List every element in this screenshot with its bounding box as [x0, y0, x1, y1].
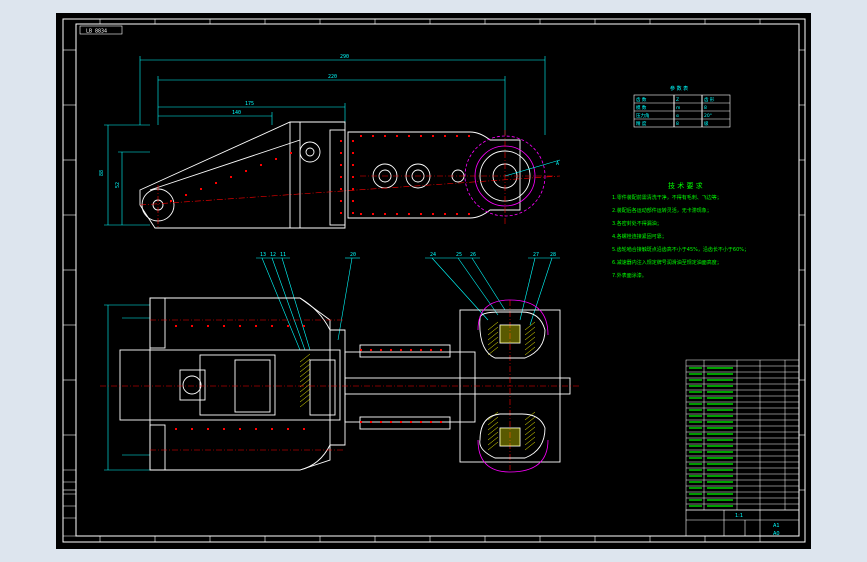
tech-note-line: 5.齿轮啮合接触斑点沿齿高不小于45%，沿齿长不小于60%；: [612, 246, 749, 253]
callout-11: 11: [280, 252, 286, 258]
param-cell: 级: [704, 120, 709, 127]
param-cell: 压力角: [636, 112, 650, 119]
callout-24: 24: [430, 252, 436, 258]
param-cell: 齿 数: [636, 96, 647, 103]
cad-viewport[interactable]: LB 8834 290 220 175 140 88 52 A 13 12 11…: [0, 0, 867, 562]
tech-note-line: 1.零件装配前需清洗干净，不得有毛刺、飞边等；: [612, 194, 722, 201]
callout-25: 25: [456, 252, 462, 258]
tech-notes-title: 技 术 要 求: [668, 181, 703, 190]
dim-0: 290: [340, 54, 349, 60]
param-cell: m: [676, 106, 680, 111]
title-block-drawing-no: A0: [773, 531, 780, 537]
title-tag-text: LB 8834: [86, 29, 107, 35]
drawing-canvas: [56, 13, 811, 549]
dim-2: 175: [245, 101, 254, 107]
title-block-sheet: A1: [773, 523, 780, 529]
dim-4: 88: [99, 170, 105, 176]
param-cell: 8: [704, 105, 707, 111]
callout-20: 20: [350, 252, 356, 258]
param-cell: 20°: [704, 113, 712, 119]
param-cell: α: [676, 114, 679, 119]
param-cell: 8: [676, 121, 679, 127]
dim-5: 52: [115, 182, 121, 188]
tech-note-line: 6.减速器内注入规定牌号润滑油至规定油面高度；: [612, 259, 722, 266]
param-cell: 齿 形: [704, 96, 715, 103]
tech-note-line: 7.外表面涂漆。: [612, 272, 647, 279]
param-cell: 精 度: [636, 120, 647, 127]
param-table-title: 参 数 表: [670, 85, 688, 92]
callout-13: 13: [260, 252, 266, 258]
callout-28: 28: [550, 252, 556, 258]
tech-note-line: 4.各螺栓连接紧固可靠；: [612, 233, 667, 240]
param-cell: 模 数: [636, 104, 647, 111]
dim-3: 140: [232, 110, 241, 116]
callout-27: 27: [533, 252, 539, 258]
tech-note-line: 2.装配后各运动部件运转灵活，无卡滞现象；: [612, 207, 712, 214]
callout-A: A: [556, 161, 559, 167]
dim-1: 220: [328, 74, 337, 80]
tech-note-line: 3.各密封处不得漏油；: [612, 220, 662, 227]
param-cell: Z: [676, 97, 679, 103]
callout-12: 12: [270, 252, 276, 258]
title-block-scale: 1:1: [735, 513, 743, 519]
callout-26: 26: [470, 252, 476, 258]
